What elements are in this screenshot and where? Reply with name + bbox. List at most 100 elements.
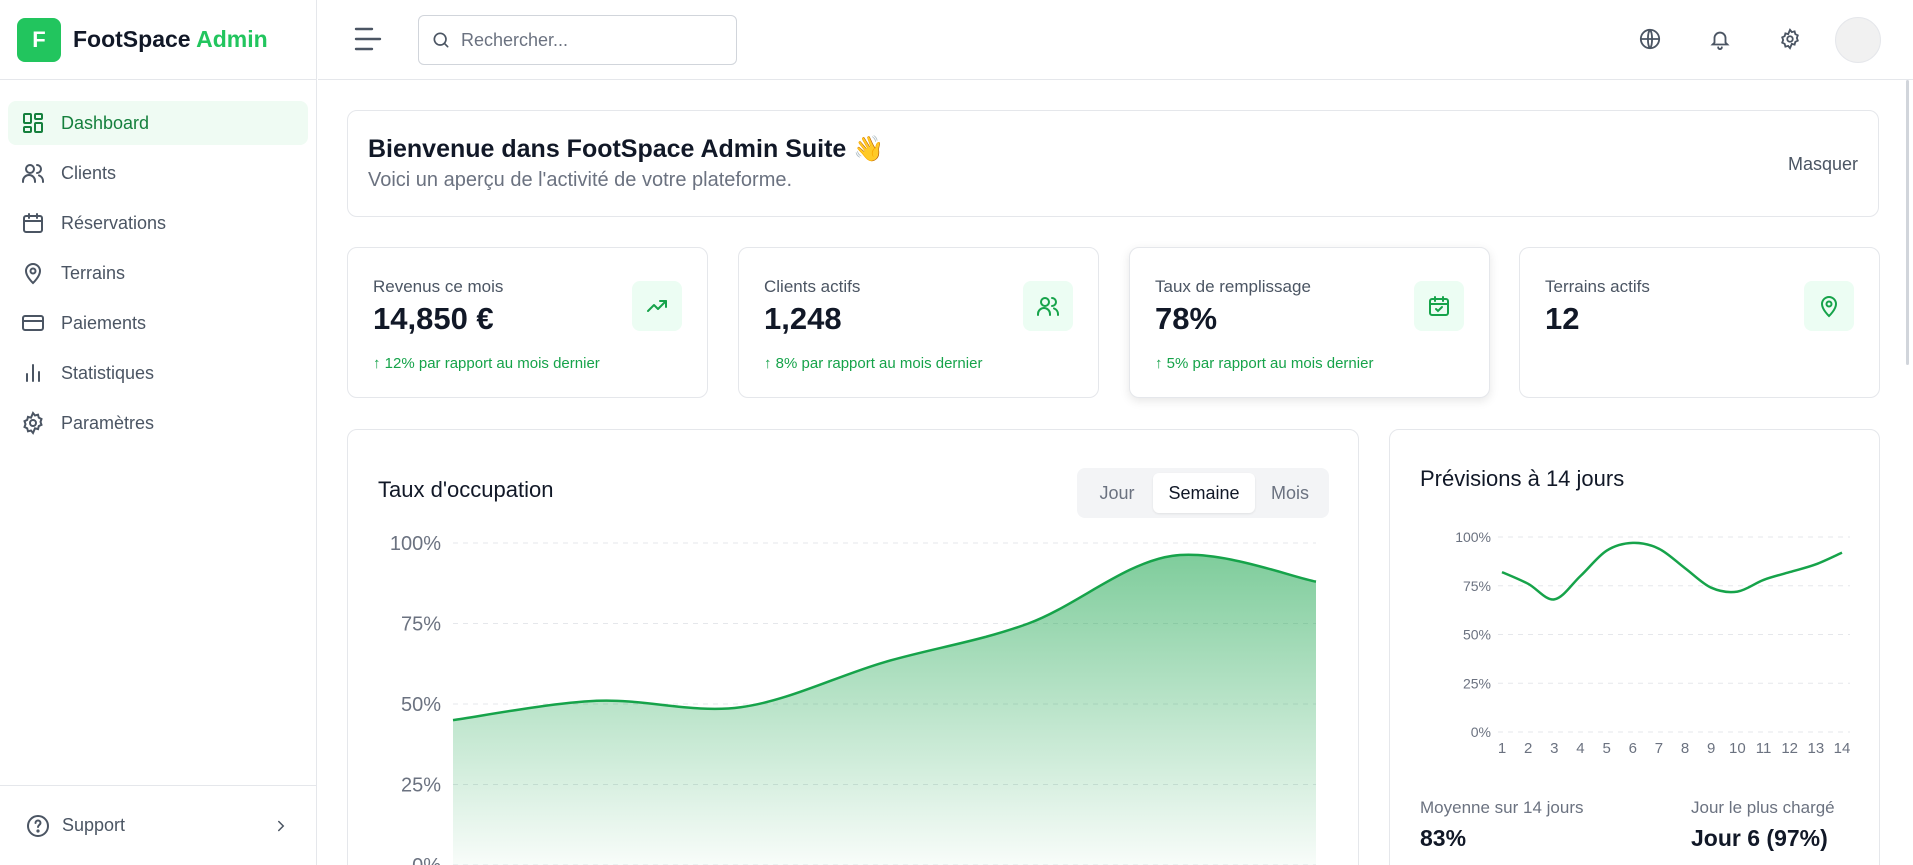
stat-icon-box (1414, 281, 1464, 331)
brand[interactable]: F FootSpace Admin (0, 0, 316, 80)
search-icon (433, 32, 449, 48)
sidebar-item-terrains[interactable]: Terrains (8, 251, 308, 295)
x-tick-label: 8 (1681, 740, 1689, 757)
brand-logo: F (17, 17, 61, 62)
x-tick-label: 3 (1550, 740, 1558, 757)
y-tick-label: 0% (412, 855, 441, 865)
y-tick-label: 0% (1471, 724, 1491, 740)
forecast-peak-value: Jour 6 (97%) (1691, 825, 1828, 851)
brand-name: FootSpace Admin (73, 26, 268, 53)
sidebar-item-label: Réservations (61, 212, 167, 233)
avatar[interactable] (1835, 17, 1881, 63)
x-tick-label: 7 (1655, 740, 1663, 757)
stat-card-clients: Clients actifs 1,248 ↑ 8% par rapport au… (738, 247, 1099, 398)
gear-icon (23, 411, 43, 435)
stat-label: Clients actifs (764, 277, 861, 296)
sidebar-item-parametres[interactable]: Paramètres (8, 401, 308, 445)
x-tick-label: 1 (1498, 740, 1506, 757)
support-label: Support (62, 815, 126, 835)
brand-name-main: FootSpace (73, 26, 191, 52)
chevron-right-icon (278, 820, 285, 831)
x-tick-label: 13 (1808, 740, 1825, 757)
y-tick-label: 50% (1463, 627, 1491, 643)
x-tick-label: 5 (1602, 740, 1610, 757)
stat-icon-box (632, 281, 682, 331)
stat-change: ↑ 12% par rapport au mois dernier (373, 355, 600, 372)
x-tick-label: 12 (1781, 740, 1798, 757)
forecast-peak-label: Jour le plus chargé (1691, 798, 1835, 817)
sidebar-item-label: Dashboard (61, 112, 150, 133)
map-pin-icon (1820, 296, 1838, 318)
x-tick-label: 14 (1834, 740, 1851, 757)
forecast-line (1501, 541, 1843, 601)
sidebar-item-dashboard[interactable]: Dashboard (8, 101, 308, 145)
occupancy-card: Taux d'occupation Jour Semaine Mois 100%… (347, 429, 1359, 865)
stat-label: Taux de remplissage (1155, 277, 1311, 296)
support-link[interactable]: Support (0, 785, 316, 865)
y-tick-label: 50% (401, 694, 441, 716)
map-pin-icon (24, 263, 42, 285)
sidebar-item-label: Paramètres (61, 412, 155, 433)
globe-icon[interactable] (1639, 28, 1661, 50)
calendar-icon (23, 213, 43, 233)
occupancy-area (453, 554, 1316, 865)
sidebar-item-label: Clients (61, 162, 117, 183)
sidebar-item-label: Paiements (61, 312, 147, 333)
brand-name-accent: Admin (196, 26, 268, 52)
welcome-title: Bienvenue dans FootSpace Admin Suite 👋 (368, 135, 885, 163)
credit-card-icon (22, 315, 44, 331)
y-tick-label: 25% (401, 775, 441, 797)
forecast-card: Prévisions à 14 jours 100% 75% 50% 25% 0% 1 2 3… (1389, 429, 1880, 865)
y-tick-label: 75% (1463, 578, 1491, 594)
x-tick-label: 2 (1524, 740, 1532, 757)
forecast-avg-value: 83% (1420, 825, 1467, 851)
x-tick-label: 10 (1729, 740, 1746, 757)
search-input[interactable] (461, 29, 721, 51)
stat-icon-box (1804, 281, 1854, 331)
x-tick-label: 6 (1629, 740, 1637, 757)
stat-label: Terrains actifs (1545, 277, 1650, 296)
gear-icon[interactable] (1779, 28, 1801, 50)
sidebar-item-reservations[interactable]: Réservations (8, 201, 308, 245)
stat-card-fields: Terrains actifs 12 (1519, 247, 1880, 398)
sidebar: F FootSpace Admin Dashboard Clients Rése… (0, 0, 317, 865)
x-tick-label: 9 (1707, 740, 1715, 757)
page-scrollbar[interactable] (1906, 80, 1909, 365)
stat-card-revenue: Revenus ce mois 14,850 € ↑ 12% par rappo… (347, 247, 708, 398)
stat-value: 78% (1155, 301, 1218, 336)
stat-value: 1,248 (764, 301, 842, 336)
bell-icon[interactable] (1709, 28, 1731, 50)
calendar-check-icon (1429, 296, 1449, 316)
hide-welcome-button[interactable]: Masquer (1788, 154, 1858, 175)
stat-change: ↑ 8% par rapport au mois dernier (764, 355, 983, 372)
search-box[interactable] (418, 15, 737, 65)
stat-card-fill-rate: Taux de remplissage 78% ↑ 5% par rapport… (1129, 247, 1490, 398)
stat-value: 14,850 € (373, 301, 494, 336)
y-tick-label: 25% (1463, 675, 1491, 691)
y-tick-label: 100% (1455, 529, 1491, 545)
stat-icon-box (1023, 281, 1073, 331)
help-circle-icon (27, 814, 49, 837)
stat-value: 12 (1545, 301, 1580, 336)
y-tick-label: 100% (390, 533, 441, 555)
users-icon (22, 164, 44, 183)
trending-up-icon (647, 300, 667, 312)
bar-chart-icon (26, 364, 40, 382)
sidebar-item-paiements[interactable]: Paiements (8, 301, 308, 345)
menu-toggle-icon[interactable] (354, 26, 382, 52)
x-tick-label: 4 (1576, 740, 1584, 757)
welcome-subtitle: Voici un aperçu de l'activité de votre p… (368, 169, 793, 191)
stat-change: ↑ 5% par rapport au mois dernier (1155, 355, 1374, 372)
sidebar-item-statistiques[interactable]: Statistiques (8, 351, 308, 395)
sidebar-item-label: Statistiques (61, 362, 155, 383)
y-tick-label: 75% (401, 614, 441, 636)
sidebar-item-clients[interactable]: Clients (8, 151, 308, 195)
users-icon (1037, 297, 1059, 316)
x-tick-label: 11 (1756, 740, 1772, 757)
occupancy-chart: 100% 75% 50% 25% 0% (390, 533, 1317, 865)
topbar (318, 0, 1913, 80)
dashboard-icon (23, 113, 43, 133)
sidebar-nav: Dashboard Clients Réservations Terrains … (0, 80, 316, 445)
sidebar-item-label: Terrains (61, 262, 126, 283)
welcome-banner: Bienvenue dans FootSpace Admin Suite 👋 V… (347, 110, 1879, 217)
